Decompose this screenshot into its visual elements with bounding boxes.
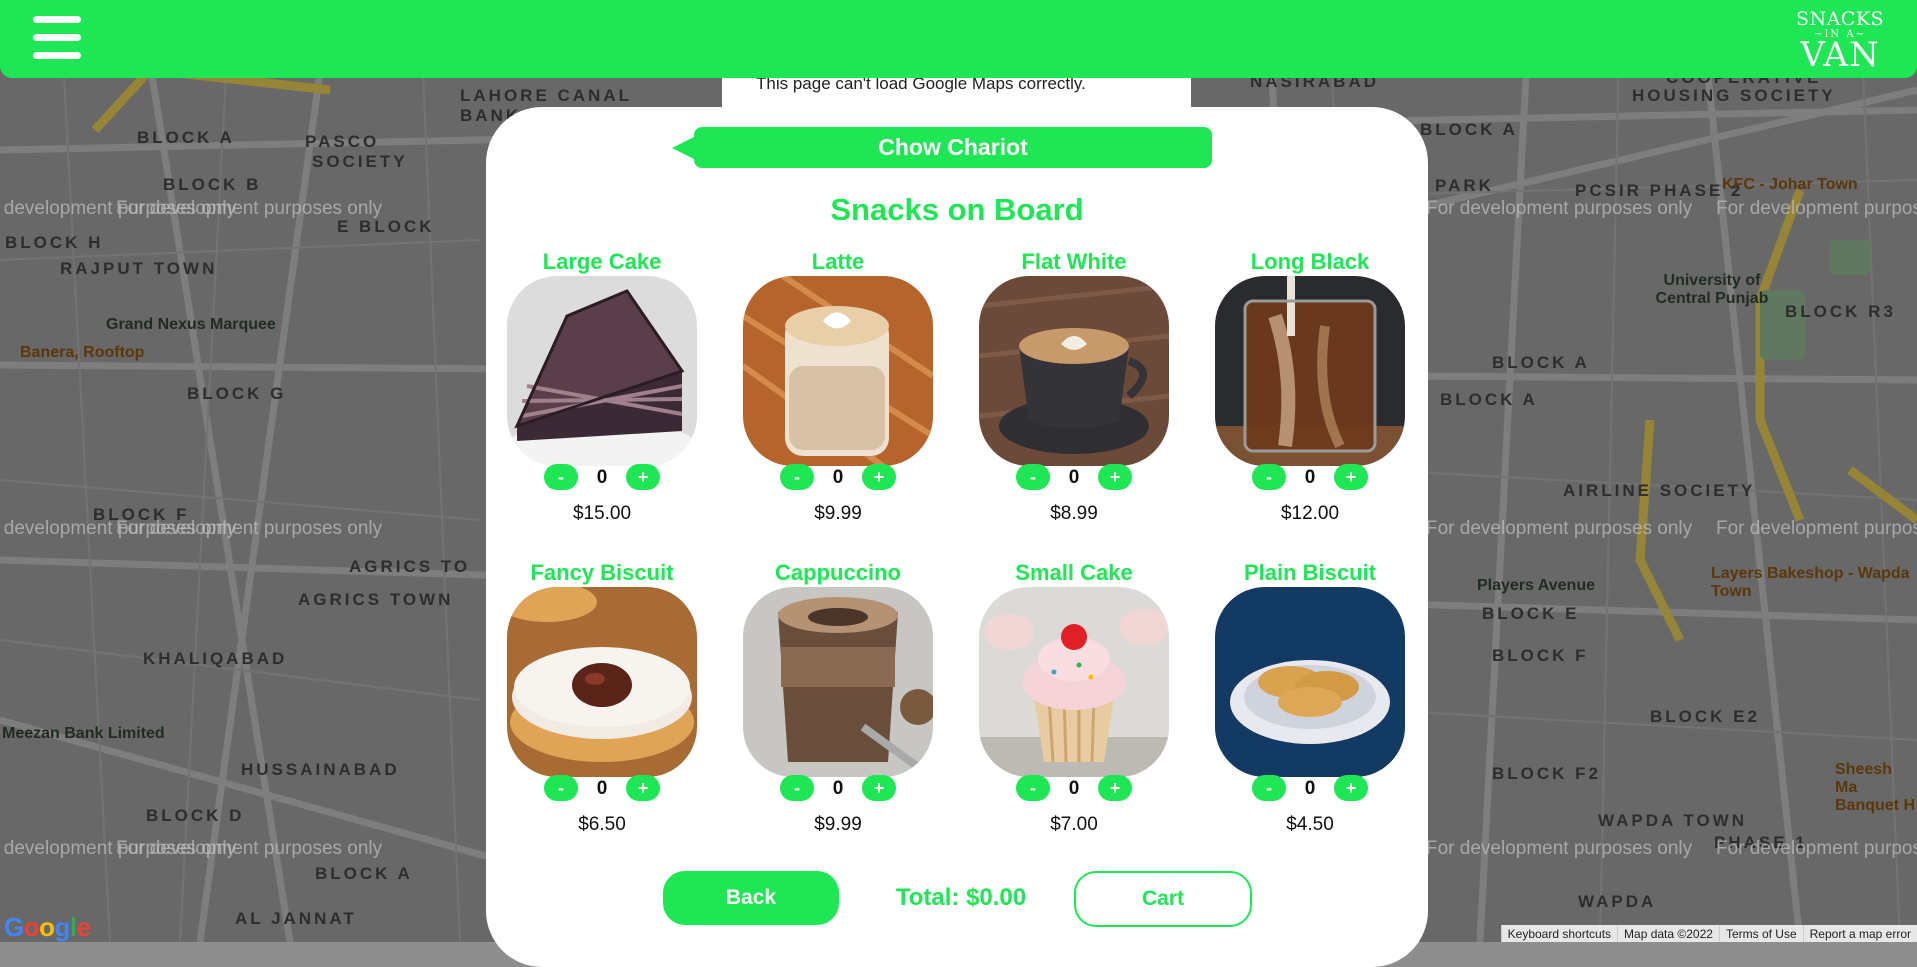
item-name: Cappuccino	[775, 560, 901, 585]
quantity-value: 0	[832, 778, 844, 799]
item-name: Long Black	[1250, 249, 1370, 274]
increase-button[interactable]: +	[862, 775, 896, 801]
increase-button[interactable]: +	[862, 464, 896, 490]
snacks-in-a-van-logo[interactable]: SNACKS ~IN A~ VAN	[1795, 8, 1885, 75]
menu-item-cappuccino: Cappuccino - 0 + $9.99	[743, 559, 933, 836]
item-image-latte	[743, 276, 933, 466]
quantity-value: 0	[832, 467, 844, 488]
quantity-stepper: - 0 +	[979, 775, 1169, 805]
cart-button[interactable]: Cart	[1074, 871, 1252, 927]
increase-button[interactable]: +	[626, 464, 660, 490]
logo-text-snacks: SNACKS	[1795, 8, 1885, 30]
menu-item-latte: Latte - 0 + $9.99	[743, 248, 933, 525]
quantity-stepper: - 0 +	[979, 464, 1169, 494]
quantity-value: 0	[1068, 467, 1080, 488]
item-image-plain-biscuit	[1215, 587, 1405, 777]
increase-button[interactable]: +	[1098, 775, 1132, 801]
item-price: $9.99	[814, 814, 862, 835]
item-price: $12.00	[1280, 503, 1340, 524]
item-name: Plain Biscuit	[1243, 560, 1377, 585]
menu-item-small-cake: Small Cake - 0 + $7.00	[979, 559, 1169, 836]
report-map-error-link[interactable]: Report a map error	[1802, 925, 1917, 942]
item-image-long-black	[1215, 276, 1405, 466]
quantity-value: 0	[596, 778, 608, 799]
item-price: $15.00	[572, 503, 632, 524]
menu-item-large-cake: Large Cake - 0 + $15.00	[507, 248, 697, 525]
increase-button[interactable]: +	[1098, 464, 1132, 490]
item-price: $9.99	[814, 503, 862, 524]
item-price: $8.99	[1050, 503, 1098, 524]
quantity-stepper: - 0 +	[1215, 464, 1405, 494]
top-header: SNACKS ~IN A~ VAN	[0, 0, 1917, 78]
map-attribution-bar: Keyboard shortcuts Map data ©2022 Terms …	[1500, 925, 1917, 942]
item-name: Fancy Biscuit	[530, 560, 674, 585]
item-name: Small Cake	[1015, 560, 1133, 585]
increase-button[interactable]: +	[1334, 775, 1368, 801]
item-price: $7.00	[1050, 814, 1098, 835]
van-name-banner: Chow Chariot	[672, 127, 1212, 168]
item-price: $6.50	[578, 814, 626, 835]
menu-item-long-black: Long Black - 0 + $12.00	[1215, 248, 1405, 525]
quantity-value: 0	[1068, 778, 1080, 799]
van-pointer-arrow	[672, 137, 694, 159]
back-button[interactable]: Back	[663, 871, 839, 925]
item-image-cappuccino	[743, 587, 933, 777]
quantity-stepper: - 0 +	[507, 775, 697, 805]
menu-item-fancy-biscuit: Fancy Biscuit - 0 + $6.50	[507, 559, 697, 836]
quantity-stepper: - 0 +	[1215, 775, 1405, 805]
item-price: $4.50	[1286, 814, 1334, 835]
quantity-value: 0	[1304, 467, 1316, 488]
logo-text-van: VAN	[1800, 35, 1880, 75]
terms-of-use-link[interactable]: Terms of Use	[1718, 925, 1803, 942]
hamburger-menu-icon[interactable]	[33, 16, 81, 60]
item-image-large-cake	[507, 276, 697, 466]
item-image-fancy-biscuit	[507, 587, 697, 777]
van-menu-panel: Chow Chariot Snacks on Board Large Cake	[486, 107, 1428, 967]
item-name: Latte	[811, 249, 865, 274]
item-image-small-cake	[979, 587, 1169, 777]
order-footer: Back Total: $0.00 Cart	[486, 871, 1428, 927]
quantity-value: 0	[1304, 778, 1316, 799]
menu-item-flat-white: Flat White - 0 + $8.99	[979, 248, 1169, 525]
google-logo: Google	[4, 912, 91, 942]
quantity-stepper: - 0 +	[743, 775, 933, 805]
van-name: Chow Chariot	[694, 127, 1212, 168]
item-name: Flat White	[1021, 249, 1127, 274]
increase-button[interactable]: +	[1334, 464, 1368, 490]
quantity-stepper: - 0 +	[507, 464, 697, 494]
item-image-flat-white	[979, 276, 1169, 466]
quantity-stepper: - 0 +	[743, 464, 933, 494]
menu-item-plain-biscuit: Plain Biscuit - 0 + $4.50	[1215, 559, 1405, 836]
order-total: Total: $0.00	[895, 884, 1027, 911]
keyboard-shortcuts-link[interactable]: Keyboard shortcuts	[1500, 925, 1618, 942]
menu-title: Snacks on Board	[830, 192, 1084, 227]
item-name: Large Cake	[542, 249, 662, 274]
map-data-text: Map data ©2022	[1617, 925, 1719, 942]
quantity-value: 0	[596, 467, 608, 488]
increase-button[interactable]: +	[626, 775, 660, 801]
